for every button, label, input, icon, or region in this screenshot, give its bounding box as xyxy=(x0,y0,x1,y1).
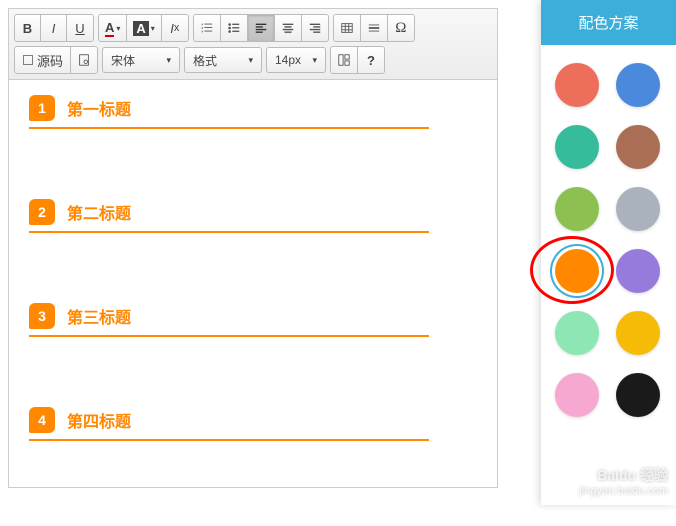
preview-button[interactable] xyxy=(71,47,97,73)
font-family-dropdown[interactable]: 宋体 xyxy=(102,47,180,73)
heading-number: 2 xyxy=(29,199,55,225)
color-swatch-green[interactable] xyxy=(555,187,599,231)
underline-button[interactable]: U xyxy=(67,15,93,41)
remove-format-button[interactable]: Ix xyxy=(162,15,188,41)
editor-content[interactable]: 1 第一标题 2 第二标题 3 第三标题 4 第四标题 xyxy=(9,80,497,526)
numbered-list-button[interactable] xyxy=(194,15,221,41)
bullet-list-button[interactable] xyxy=(221,15,248,41)
ul-icon xyxy=(227,21,241,35)
color-swatch-blue[interactable] xyxy=(616,63,660,107)
editor-panel: B I U A▾ A▾ Ix Ω xyxy=(8,8,498,488)
source-button[interactable]: 源码 xyxy=(15,47,71,73)
ol-icon xyxy=(200,21,214,35)
color-swatch-coral[interactable] xyxy=(555,63,599,107)
align-left-button[interactable] xyxy=(248,15,275,41)
align-right-icon xyxy=(308,21,322,35)
color-swatch-black[interactable] xyxy=(616,373,660,417)
color-swatch-yellow[interactable] xyxy=(616,311,660,355)
color-swatch-purple[interactable] xyxy=(616,249,660,293)
heading-text: 第四标题 xyxy=(67,408,131,432)
template-button[interactable] xyxy=(331,47,358,73)
template-icon xyxy=(337,53,351,67)
table-icon xyxy=(340,21,354,35)
color-swatch-pink[interactable] xyxy=(555,373,599,417)
heading-number: 1 xyxy=(29,95,55,121)
italic-button[interactable]: I xyxy=(41,15,67,41)
hr-icon xyxy=(367,21,381,35)
special-char-button[interactable]: Ω xyxy=(388,15,414,41)
align-center-button[interactable] xyxy=(275,15,302,41)
heading-item[interactable]: 2 第二标题 xyxy=(29,199,429,233)
heading-item[interactable]: 3 第三标题 xyxy=(29,303,429,337)
color-swatch-orange[interactable] xyxy=(555,249,599,293)
color-scheme-panel: 配色方案 xyxy=(541,0,676,505)
color-swatch-mint[interactable] xyxy=(555,311,599,355)
font-size-dropdown[interactable]: 14px xyxy=(266,47,326,73)
heading-item[interactable]: 1 第一标题 xyxy=(29,95,429,129)
heading-number: 4 xyxy=(29,407,55,433)
toolbar: B I U A▾ A▾ Ix Ω xyxy=(9,9,497,80)
help-button[interactable]: ? xyxy=(358,47,384,73)
color-swatch-brown[interactable] xyxy=(616,125,660,169)
align-center-icon xyxy=(281,21,295,35)
text-color-button[interactable]: A▾ xyxy=(99,15,127,41)
color-swatch-gray[interactable] xyxy=(616,187,660,231)
bold-button[interactable]: B xyxy=(15,15,41,41)
preview-icon xyxy=(77,53,91,67)
format-dropdown[interactable]: 格式 xyxy=(184,47,262,73)
color-grid xyxy=(541,45,676,435)
table-button[interactable] xyxy=(334,15,361,41)
heading-number: 3 xyxy=(29,303,55,329)
heading-text: 第一标题 xyxy=(67,96,131,120)
heading-item[interactable]: 4 第四标题 xyxy=(29,407,429,441)
hr-button[interactable] xyxy=(361,15,388,41)
source-icon xyxy=(22,54,34,66)
heading-text: 第三标题 xyxy=(67,304,131,328)
color-swatch-teal[interactable] xyxy=(555,125,599,169)
align-right-button[interactable] xyxy=(302,15,328,41)
align-left-icon xyxy=(254,21,268,35)
heading-text: 第二标题 xyxy=(67,200,131,224)
bg-color-button[interactable]: A▾ xyxy=(127,15,161,41)
color-panel-title: 配色方案 xyxy=(541,0,676,45)
